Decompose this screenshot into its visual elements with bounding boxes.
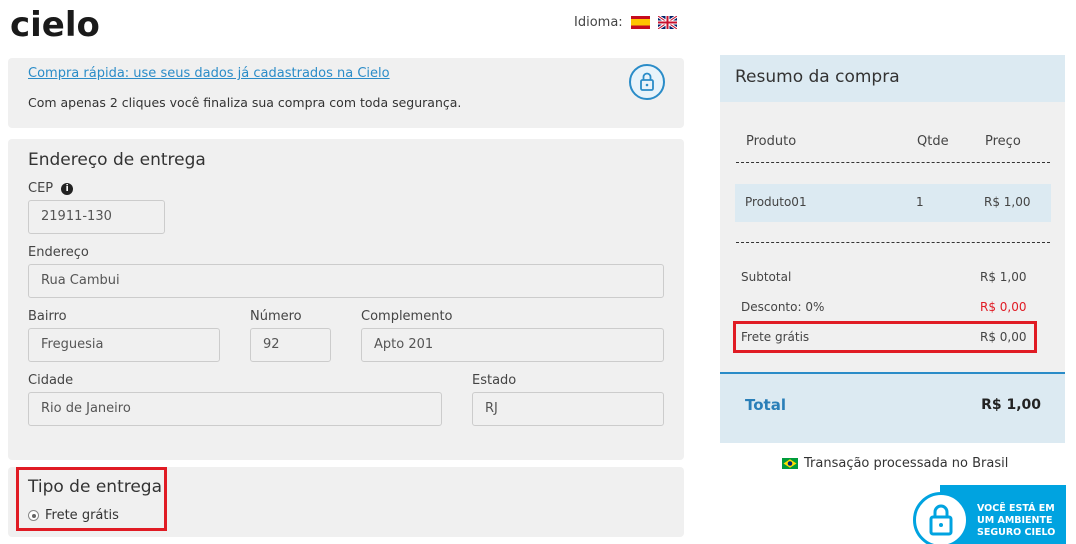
svg-text:cielo: cielo — [10, 6, 100, 42]
subtotal-value: R$ 1,00 — [980, 270, 1027, 284]
item-quantity: 1 — [916, 195, 924, 209]
item-price: R$ 1,00 — [984, 195, 1031, 209]
estado-input[interactable]: RJ — [472, 392, 664, 426]
column-quantity: Qtde — [917, 134, 949, 149]
uk-flag-icon[interactable] — [657, 16, 677, 29]
cep-input[interactable]: 21911-130 — [28, 200, 165, 234]
brazil-flag-icon — [782, 458, 798, 469]
info-icon[interactable]: i — [61, 183, 74, 195]
complemento-input[interactable]: Apto 201 — [361, 328, 664, 362]
divider — [736, 162, 1050, 163]
endereco-label: Endereço — [28, 245, 89, 260]
table-row: Produto01 1 R$ 1,00 — [735, 184, 1051, 222]
cep-label: CEP i — [28, 181, 74, 196]
shipping-address-panel: Endereço de entrega CEP i 21911-130 Ender… — [8, 139, 684, 460]
divider — [736, 242, 1050, 243]
column-product: Produto — [746, 134, 797, 149]
subtotal-label: Subtotal — [741, 270, 792, 284]
language-label: Idioma: — [574, 15, 623, 30]
brazil-processing-note: Transação processada no Brasil — [782, 456, 1008, 471]
delivery-type-panel: Tipo de entrega Frete grátis — [8, 467, 684, 537]
total-box: Total R$ 1,00 — [720, 372, 1065, 443]
language-selector: Idioma: — [574, 15, 677, 30]
discount-label: Desconto: 0% — [741, 300, 825, 314]
cidade-label: Cidade — [28, 373, 74, 388]
estado-label: Estado — [472, 373, 517, 388]
quick-buy-panel: Compra rápida: use seus dados já cadastr… — [8, 58, 684, 128]
complemento-label: Complemento — [361, 309, 453, 324]
free-shipping-radio[interactable] — [28, 510, 39, 521]
spanish-flag-icon[interactable] — [630, 16, 650, 29]
bairro-input[interactable]: Freguesia — [28, 328, 220, 362]
secure-lock-icon — [913, 492, 969, 544]
brazil-note-text: Transação processada no Brasil — [804, 456, 1009, 471]
column-price: Preço — [985, 134, 1021, 149]
discount-value: R$ 0,00 — [980, 300, 1027, 314]
total-label: Total — [745, 396, 786, 414]
numero-label: Número — [250, 309, 302, 324]
shipping-label: Frete grátis — [741, 330, 810, 344]
summary-title: Resumo da compra — [735, 67, 900, 87]
endereco-input[interactable]: Rua Cambui — [28, 264, 664, 298]
total-value: R$ 1,00 — [981, 397, 1041, 413]
item-name: Produto01 — [745, 195, 807, 209]
quick-buy-link[interactable]: Compra rápida: use seus dados já cadastr… — [28, 66, 390, 81]
summary-header: Resumo da compra — [720, 55, 1065, 102]
lock-icon — [629, 64, 665, 100]
shipping-address-title: Endereço de entrega — [28, 150, 206, 170]
bairro-label: Bairro — [28, 309, 67, 324]
cidade-input[interactable]: Rio de Janeiro — [28, 392, 442, 426]
free-shipping-label[interactable]: Frete grátis — [45, 508, 119, 523]
cielo-logo: cielo — [10, 6, 100, 42]
quick-buy-description: Com apenas 2 cliques você finaliza sua c… — [28, 95, 462, 110]
order-summary: Resumo da compra Produto Qtde Preço Prod… — [720, 55, 1065, 443]
shipping-value: R$ 0,00 — [980, 330, 1027, 344]
secure-badge-text: VOCÊ ESTÁ EM UM AMBIENTE SEGURO CIELO — [977, 503, 1056, 538]
numero-input[interactable]: 92 — [250, 328, 331, 362]
delivery-type-title: Tipo de entrega — [28, 477, 163, 497]
